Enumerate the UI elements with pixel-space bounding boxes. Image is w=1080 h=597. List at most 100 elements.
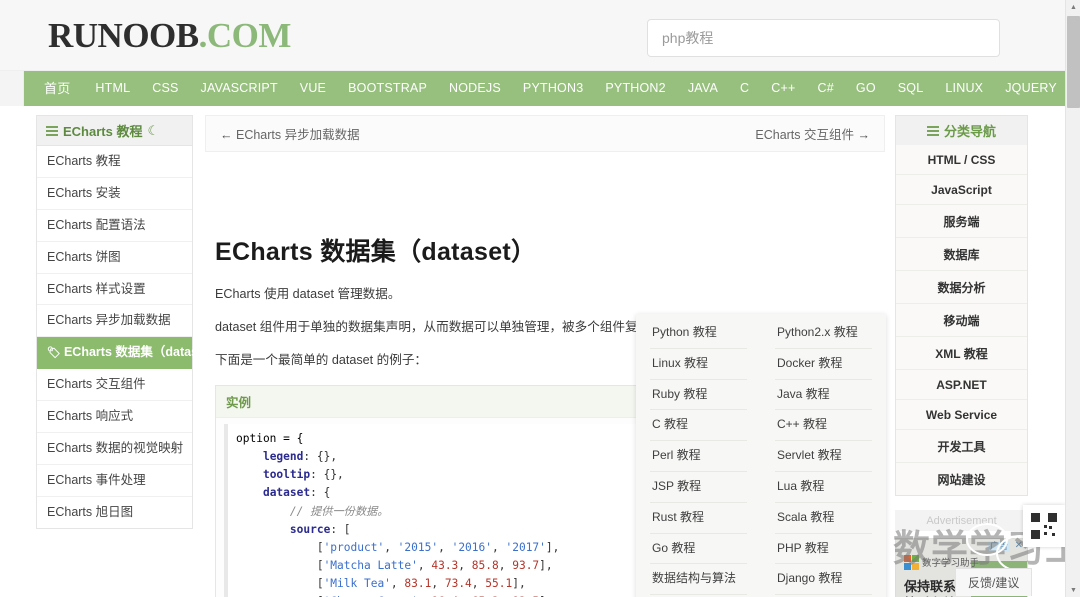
nav-item-5[interactable]: BOOTSTRAP [337,71,438,106]
ad-text-line-2: 按时有效 [904,593,956,597]
nav-item-15[interactable]: LINUX [934,71,994,106]
search-box[interactable] [647,19,1000,57]
nav-item-2[interactable]: CSS [141,71,189,106]
dropdown-item-right-2[interactable]: Java 教程 [775,380,872,411]
category-item-3[interactable]: 数据库 [896,238,1027,271]
article-pager: ← ECharts 异步加载数据 ECharts 交互组件 → [205,115,885,152]
sidebar-item-label: ECharts 旭日图 [47,504,134,519]
category-item-5[interactable]: 移动端 [896,304,1027,337]
tutorial-sidebar-list: ECharts 教程 ECharts 安装 ECharts 配置语法 ECharts … [36,145,222,529]
category-item-7[interactable]: ASP.NET [896,370,1027,400]
nav-item-7[interactable]: PYTHON3 [512,71,594,106]
code-token: [ [236,577,324,591]
sidebar-item-4[interactable]: ECharts 样式设置 [37,274,192,306]
sidebar-item-10[interactable]: ECharts 事件处理 [37,465,192,497]
category-item-6[interactable]: XML 教程 [896,337,1027,370]
code-token: source [289,522,331,536]
browser-page: RUNOOB.COM 首页HTMLCSSJAVASCRIPTVUEBOOTSTR… [0,0,1080,597]
code-token: tooltip [262,468,311,482]
dropdown-item-right-6[interactable]: Scala 教程 [775,503,872,534]
dropdown-item-left-7[interactable]: Go 教程 [650,534,747,565]
dropdown-item-left-5[interactable]: JSP 教程 [650,472,747,503]
sidebar-item-9[interactable]: ECharts 数据的视觉映射 [37,433,192,465]
code-token: 93.7 [512,558,540,572]
nav-item-14[interactable]: SQL [887,71,935,106]
category-item-1[interactable]: JavaScript [896,175,1027,205]
category-item-0[interactable]: HTML / CSS [896,145,1027,175]
nav-item-16[interactable]: JQUERY [994,71,1065,106]
ad-close-icon[interactable]: ✕ [1015,540,1023,552]
scroll-down-arrow-icon[interactable]: ▼ [1066,583,1080,597]
dropdown-item-left-3[interactable]: C 教程 [650,410,747,442]
nav-item-8[interactable]: PYTHON2 [594,71,676,106]
scroll-up-arrow-icon[interactable]: ▲ [1066,0,1080,14]
ad-headline: 数字学习助手 [922,558,980,569]
sidebar-item-5[interactable]: ECharts 异步加载数据 [37,305,192,338]
nav-item-9[interactable]: JAVA [677,71,729,106]
code-token: ], [512,577,526,591]
category-item-9[interactable]: 开发工具 [896,430,1027,463]
dropdown-item-left-6[interactable]: Rust 教程 [650,503,747,534]
dropdown-item-right-7[interactable]: PHP 教程 [775,534,872,565]
sidebar-item-7[interactable]: ECharts 交互组件 [37,369,192,401]
nav-item-10[interactable]: C [729,71,760,106]
category-sidebar-header: 分类导航 [895,115,1028,145]
nav-item-12[interactable]: C# [807,71,845,106]
sidebar-item-1[interactable]: ECharts 安装 [37,178,192,210]
search-input[interactable] [647,19,1000,57]
sidebar-item-2[interactable]: ECharts 配置语法 [37,210,192,242]
sidebar-item-label: ECharts 响应式 [47,409,134,423]
arrow-right-icon: → [857,128,871,142]
category-item-10[interactable]: 网站建设 [896,463,1027,495]
nav-item-4[interactable]: VUE [289,71,337,106]
pager-next-label: ECharts 交互组件 [755,128,855,142]
nav-item-11[interactable]: C++ [760,71,806,106]
dropdown-item-right-5[interactable]: Lua 教程 [775,472,872,503]
dropdown-item-right-3[interactable]: C++ 教程 [775,410,872,442]
dropdown-item-right-8[interactable]: Django 教程 [775,564,872,596]
category-item-2[interactable]: 服务端 [896,205,1027,238]
code-token: : { [310,486,331,500]
sidebar-item-11[interactable]: ECharts 旭日图 [37,497,192,528]
category-item-8[interactable]: Web Service [896,400,1027,430]
dropdown-item-left-8[interactable]: 数据结构与算法 [650,564,747,596]
browser-scrollbar[interactable]: ▲ ▼ [1065,0,1080,597]
sidebar-item-3[interactable]: ECharts 饼图 [37,242,192,274]
nav-item-3[interactable]: JAVASCRIPT [190,71,289,106]
tutorial-dropdown-menu[interactable]: Python 教程 Linux 教程 Ruby 教程 C 教程 Perl 教程 JSP 教… [636,314,886,597]
sidebar-item-label: ECharts 饼图 [47,249,121,264]
dropdown-item-left-4[interactable]: Perl 教程 [650,441,747,472]
feedback-button[interactable]: 反馈/建议 [955,568,1033,596]
dropdown-item-left-0[interactable]: Python 教程 [650,318,747,349]
pager-next-link[interactable]: ECharts 交互组件 → [755,124,870,143]
nav-item-0[interactable]: 首页 [44,71,84,106]
sidebar-item-label: ECharts 异步加载数据 [47,313,171,328]
content-area: ECharts 教程 ☾ ECharts 教程 ECharts 安装 ECharts… [0,106,1065,597]
code-token: 55.1 [485,577,513,591]
scrollbar-thumb[interactable] [1067,16,1080,108]
website-viewport: RUNOOB.COM 首页HTMLCSSJAVASCRIPTVUEBOOTSTR… [0,0,1065,597]
sidebar-item-0[interactable]: ECharts 教程 [37,146,192,178]
site-header: RUNOOB.COM [0,0,1065,71]
category-item-4[interactable]: 数据分析 [896,271,1027,304]
dropdown-item-left-1[interactable]: Linux 教程 [650,349,747,380]
dropdown-item-left-2[interactable]: Ruby 教程 [650,380,747,411]
dropdown-item-right-4[interactable]: Servlet 教程 [775,441,872,472]
nav-item-13[interactable]: GO [845,71,887,106]
sidebar-item-label: ECharts 数据集（dataset） [63,345,222,360]
nav-item-6[interactable]: NODEJS [438,71,512,106]
main-navigation[interactable]: 首页 HTML CSS JAVASCRIPT VUE BOOTSTRAP NODEJS PYT… [0,71,1065,106]
sidebar-item-8[interactable]: ECharts 响应式 [37,401,192,433]
sidebar-item-6[interactable]: 🏷 ECharts 数据集（dataset） [37,337,222,370]
code-token: 'product' [323,540,385,554]
dropdown-item-right-0[interactable]: Python2.x 教程 [775,318,872,349]
nav-item-1[interactable]: HTML [84,71,141,106]
pager-prev-link[interactable]: ← ECharts 异步加载数据 [220,124,360,143]
qrcode-float-button[interactable] [1023,505,1065,547]
site-logo[interactable]: RUNOOB.COM [48,18,291,53]
moon-icon[interactable]: ☾ [147,124,159,137]
code-token: 'Milk Tea' [323,577,391,591]
dropdown-item-right-1[interactable]: Docker 教程 [775,349,872,380]
